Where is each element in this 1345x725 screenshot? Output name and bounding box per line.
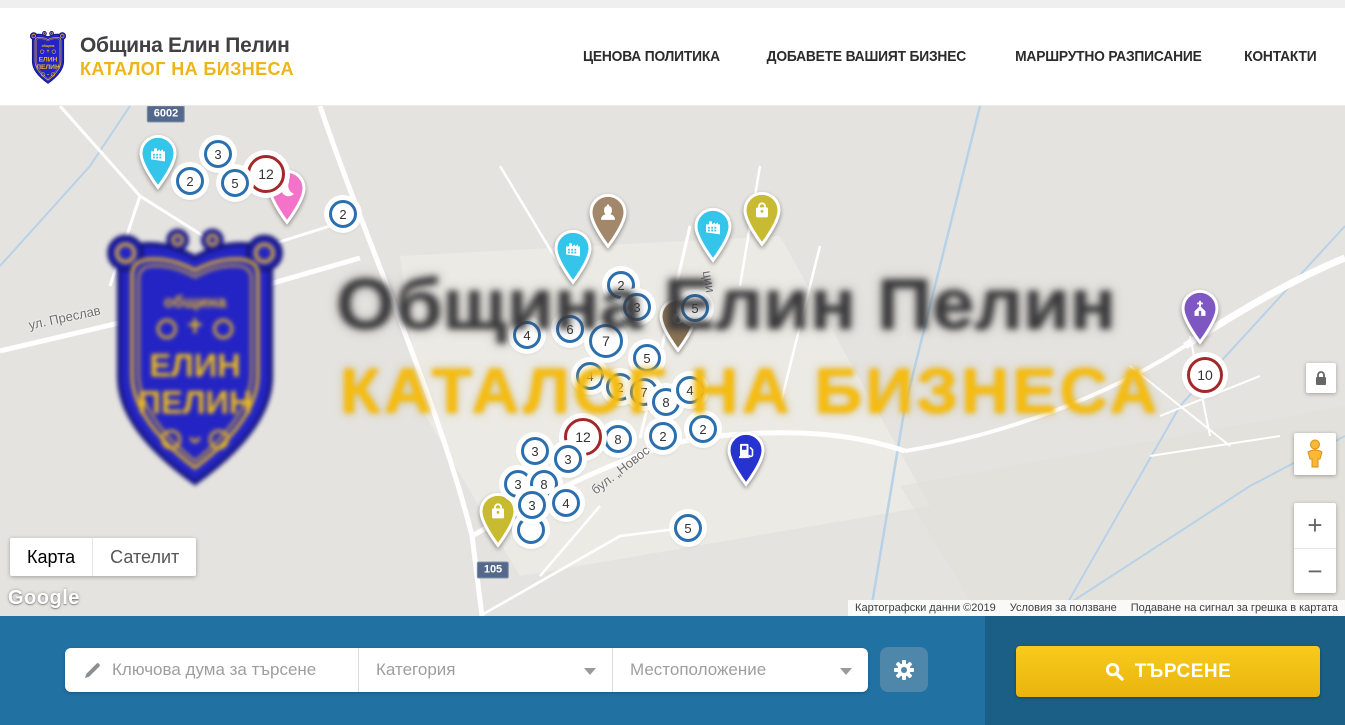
- nav-item-3[interactable]: КОНТАКТИ: [1245, 48, 1317, 65]
- location-dropdown-label: Местоположение: [613, 660, 766, 680]
- map-pin-marker-factory[interactable]: [551, 227, 595, 290]
- nav-item-1[interactable]: ДОБАВЕТЕ ВАШИЯТ БИЗНЕС: [767, 48, 966, 65]
- search-icon: [1105, 662, 1124, 681]
- filter-group: Категория Местоположение: [65, 648, 868, 692]
- category-dropdown[interactable]: Категория: [358, 648, 612, 692]
- terms-link[interactable]: Условия за ползване: [1003, 600, 1124, 616]
- site-title: Община Елин Пелин: [80, 34, 294, 58]
- map-type-control: Карта Сателит: [10, 538, 196, 576]
- map-cluster-marker[interactable]: 2: [649, 422, 677, 450]
- map-view-button[interactable]: Карта: [10, 538, 92, 576]
- map-pin-marker-bag[interactable]: [476, 490, 520, 553]
- map-cluster-marker[interactable]: 5: [674, 514, 702, 542]
- map-cluster-marker[interactable]: 3: [518, 491, 546, 519]
- satellite-view-button[interactable]: Сателит: [92, 538, 196, 576]
- keyword-search-input[interactable]: [112, 660, 342, 680]
- road-shield-label: 105: [477, 562, 509, 579]
- map-cluster-marker[interactable]: 4: [552, 489, 580, 517]
- search-bar: Категория Местоположение ТЪРСЕНЕ: [0, 616, 1345, 725]
- road-shield-label: 6002: [147, 106, 185, 123]
- zoom-control: + −: [1294, 503, 1336, 593]
- map-cluster-marker[interactable]: 10: [1187, 357, 1223, 393]
- search-button[interactable]: ТЪРСЕНЕ: [1016, 646, 1320, 697]
- zoom-out-button[interactable]: −: [1294, 549, 1336, 594]
- chevron-down-icon: [840, 668, 852, 675]
- map-cluster-marker[interactable]: [517, 516, 545, 544]
- municipality-crest-icon: [25, 28, 71, 86]
- site-subtitle: КАТАЛОГ НА БИЗНЕСА: [80, 59, 294, 80]
- chevron-down-icon: [584, 668, 596, 675]
- map-pin-marker-bag[interactable]: [740, 189, 784, 252]
- map-cluster-marker[interactable]: 4: [676, 376, 704, 404]
- street-view-pegman[interactable]: [1294, 433, 1336, 475]
- map-cluster-marker[interactable]: 5: [633, 344, 661, 372]
- site-header: Община Елин Пелин КАТАЛОГ НА БИЗНЕСА ЦЕН…: [0, 8, 1345, 106]
- map-cluster-marker[interactable]: 8: [604, 425, 632, 453]
- map-cluster-marker[interactable]: 12: [247, 155, 285, 193]
- pencil-icon: [83, 661, 102, 680]
- map-cluster-marker[interactable]: 5: [221, 169, 249, 197]
- browser-top-strip: [0, 0, 1345, 8]
- main-nav: ЦЕНОВА ПОЛИТИКА ДОБАВЕТЕ ВАШИЯТ БИЗНЕС МАР…: [577, 48, 1320, 65]
- map-pin-marker-factory[interactable]: [136, 132, 180, 195]
- keyword-section: [65, 648, 358, 692]
- gear-icon: [892, 658, 916, 682]
- map-cluster-marker[interactable]: 7: [589, 324, 623, 358]
- pegman-icon: [1304, 439, 1326, 469]
- map-cluster-marker[interactable]: 5: [681, 294, 709, 322]
- settings-button[interactable]: [880, 647, 928, 692]
- map-cluster-marker[interactable]: 4: [576, 362, 604, 390]
- map-attribution: Картографски данни ©2019 Условия за полз…: [848, 600, 1345, 616]
- lock-icon: [1314, 370, 1328, 386]
- map-pin-marker-church[interactable]: [1178, 287, 1222, 350]
- map-canvas[interactable]: Община Елин Пелин КАТАЛОГ НА БИЗНЕСА Кар…: [0, 106, 1345, 616]
- search-button-label: ТЪРСЕНЕ: [1135, 661, 1232, 683]
- map-pin-marker-factory[interactable]: [691, 205, 735, 268]
- google-logo[interactable]: Google: [8, 587, 80, 610]
- map-cluster-marker[interactable]: 2: [689, 415, 717, 443]
- map-pin-marker-fuel[interactable]: [724, 429, 768, 492]
- lock-button[interactable]: [1306, 363, 1336, 393]
- map-cluster-marker[interactable]: 3: [623, 293, 651, 321]
- nav-item-2[interactable]: МАРШРУТНО РАЗПИСАНИЕ: [1015, 48, 1202, 65]
- map-cluster-marker[interactable]: 3: [204, 140, 232, 168]
- map-cluster-marker[interactable]: 3: [521, 437, 549, 465]
- category-dropdown-label: Категория: [359, 660, 455, 680]
- zoom-in-button[interactable]: +: [1294, 503, 1336, 549]
- location-dropdown[interactable]: Местоположение: [612, 648, 868, 692]
- site-logo[interactable]: Община Елин Пелин КАТАЛОГ НА БИЗНЕСА: [25, 28, 294, 86]
- nav-item-0[interactable]: ЦЕНОВА ПОЛИТИКА: [583, 48, 720, 65]
- report-error-link[interactable]: Подаване на сигнал за грешка в картата: [1124, 600, 1345, 616]
- attribution-data: Картографски данни ©2019: [848, 600, 1003, 616]
- map-cluster-marker[interactable]: 3: [554, 445, 582, 473]
- map-cluster-marker[interactable]: 6: [556, 315, 584, 343]
- map-cluster-marker[interactable]: 2: [329, 200, 357, 228]
- map-cluster-marker[interactable]: 2: [176, 167, 204, 195]
- map-cluster-marker[interactable]: 4: [513, 321, 541, 349]
